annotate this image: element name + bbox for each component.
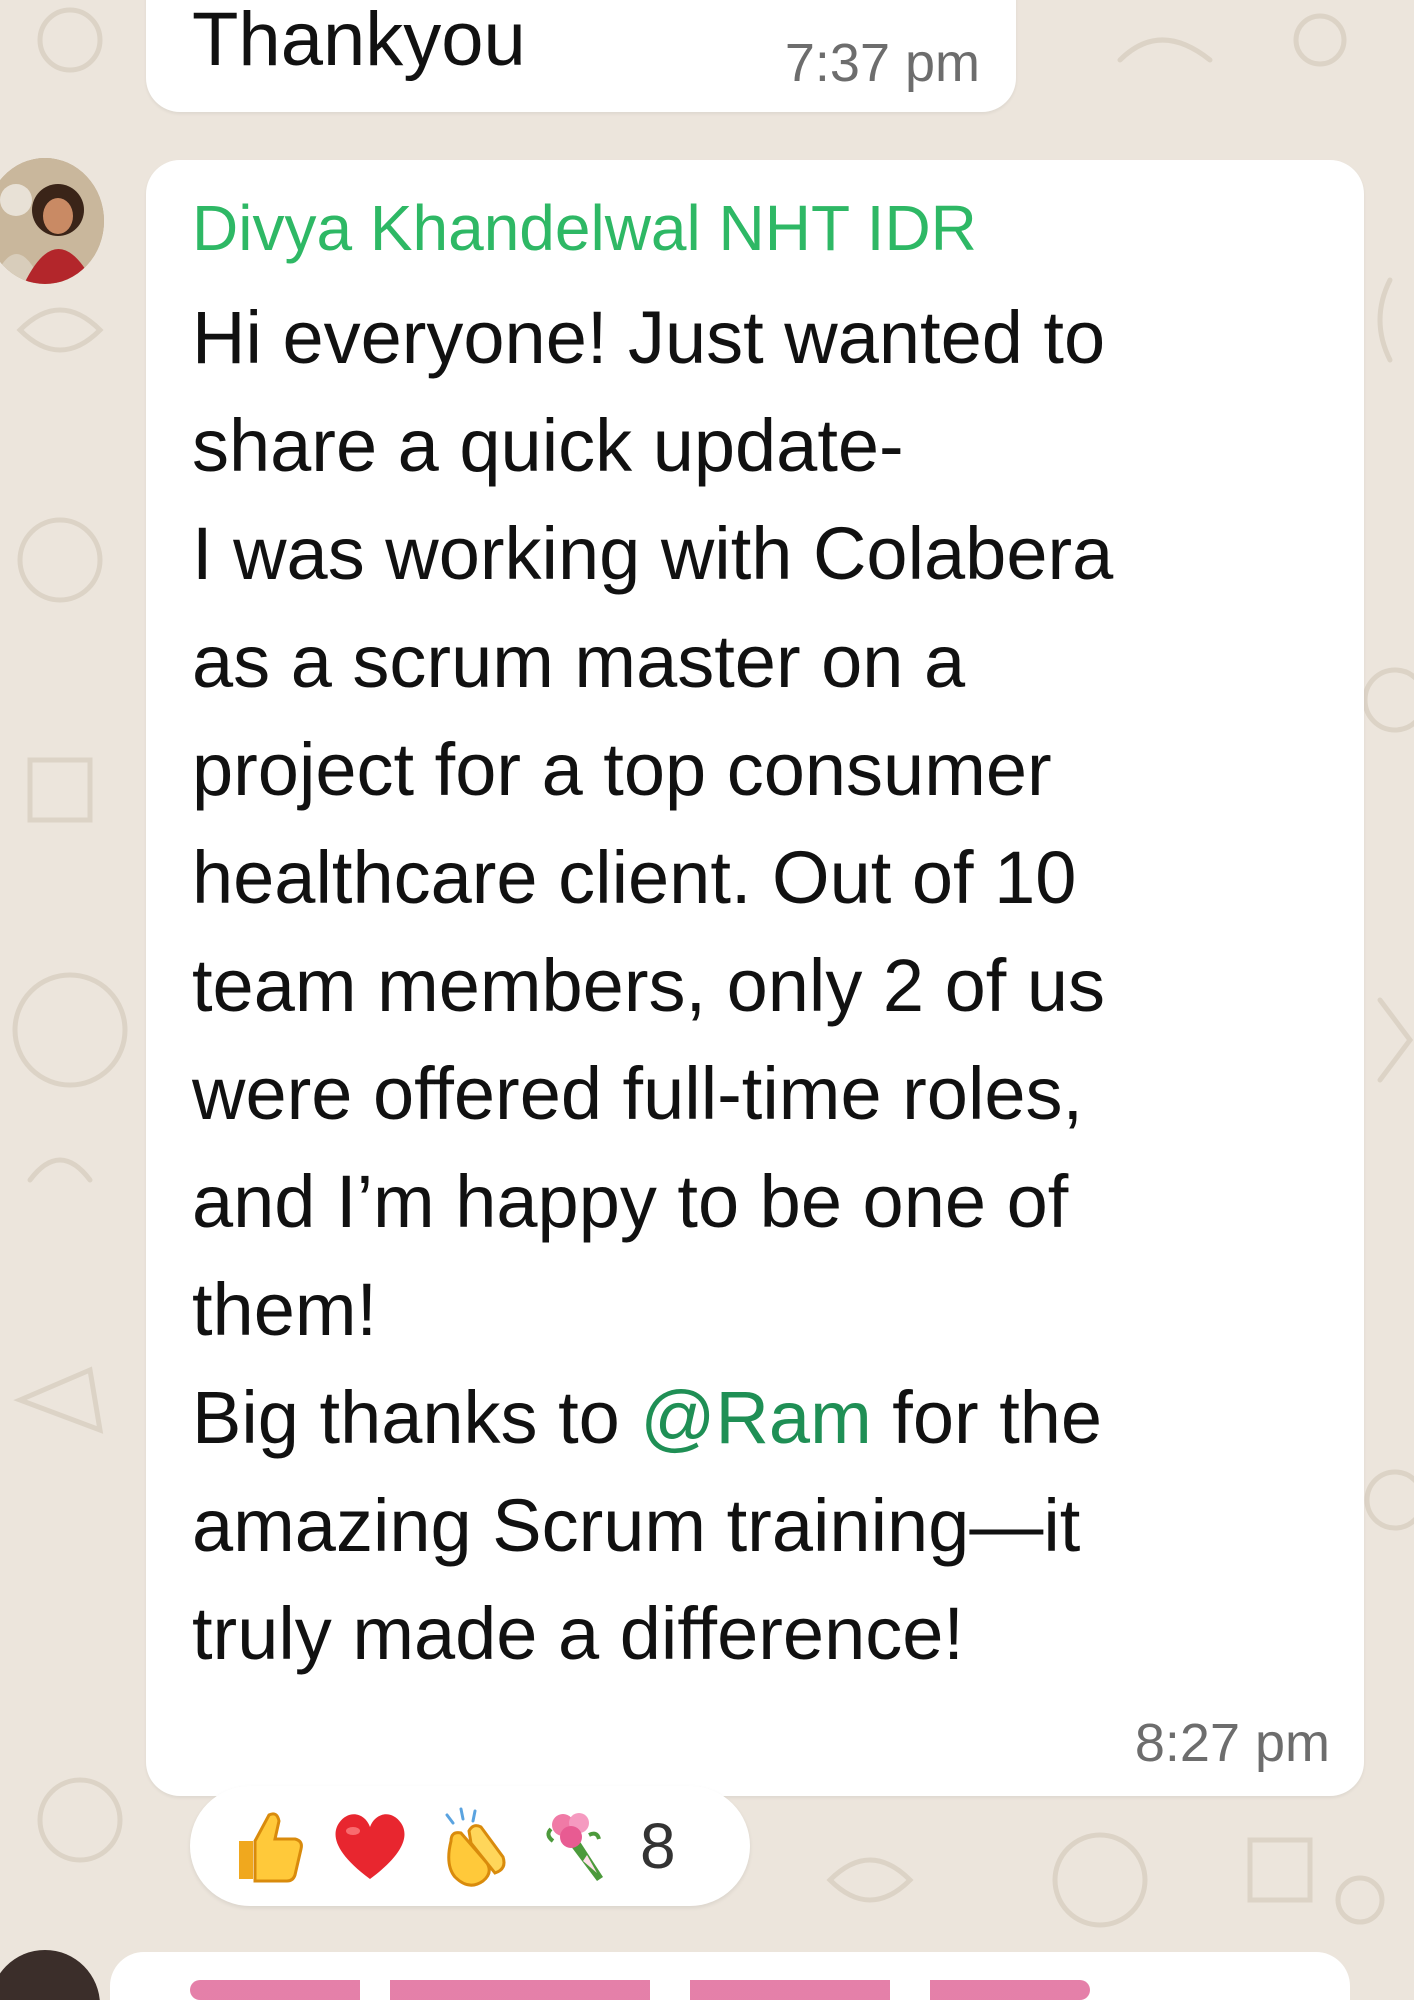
message-line: I was working with Colabera bbox=[192, 512, 1114, 595]
sender-name[interactable]: Divya Khandelwal NHT IDR bbox=[192, 190, 977, 267]
red-heart-icon bbox=[318, 1794, 422, 1898]
message-bubble[interactable]: Divya Khandelwal NHT IDR Hi everyone! Ju… bbox=[146, 160, 1364, 1796]
message-body: Hi everyone! Just wanted to share a quic… bbox=[192, 284, 1322, 1688]
message-line: them! bbox=[192, 1268, 378, 1351]
thanks-text-after: for the bbox=[871, 1376, 1103, 1459]
message-line: project for a top consumer bbox=[192, 728, 1052, 811]
message-line: amazing Scrum training—it bbox=[192, 1484, 1081, 1567]
message-line: Hi everyone! Just wanted to bbox=[192, 296, 1106, 379]
previous-message-text: Thankyou bbox=[192, 0, 526, 82]
message-line: truly made a difference! bbox=[192, 1592, 964, 1675]
previous-message-time: 7:37 pm bbox=[784, 33, 980, 93]
next-message-bubble[interactable] bbox=[110, 1952, 1350, 2000]
reaction-count: 8 bbox=[640, 1810, 676, 1882]
next-sender-name-clipped bbox=[190, 1980, 1090, 2000]
message-line: share a quick update- bbox=[192, 404, 904, 487]
message-line: team members, only 2 of us bbox=[192, 944, 1106, 1027]
clapping-hands-icon bbox=[422, 1794, 526, 1898]
message-line: and I’m happy to be one of bbox=[192, 1160, 1069, 1243]
message-line: healthcare client. Out of 10 bbox=[192, 836, 1077, 919]
mention-link[interactable]: @Ram bbox=[640, 1376, 871, 1459]
message-line-thanks: Big thanks to @Ram for the bbox=[192, 1364, 1322, 1472]
thanks-text: Big thanks to bbox=[192, 1376, 641, 1459]
message-line: were offered full-time roles, bbox=[192, 1052, 1084, 1135]
message-time: 8:27 pm bbox=[1134, 1713, 1330, 1773]
bouquet-icon bbox=[526, 1794, 630, 1898]
message-line: as a scrum master on a bbox=[192, 620, 966, 703]
reactions-bar[interactable]: 8 bbox=[190, 1786, 750, 1906]
previous-message-bubble[interactable]: Thankyou 7:37 pm bbox=[146, 0, 1016, 112]
thumbs-up-icon bbox=[214, 1794, 318, 1898]
